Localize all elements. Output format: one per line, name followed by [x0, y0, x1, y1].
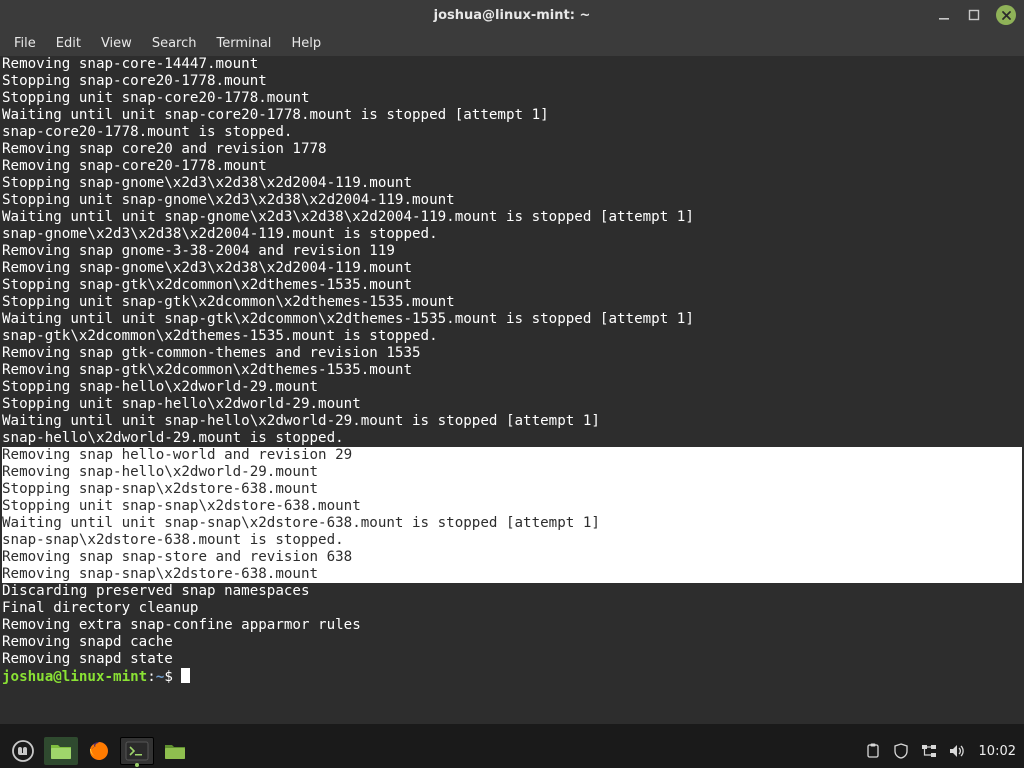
terminal-line: Stopping snap-gtk\x2dcommon\x2dthemes-15…: [2, 277, 1022, 294]
menu-file[interactable]: File: [4, 33, 46, 54]
terminal-line: Stopping snap-hello\x2dworld-29.mount: [2, 379, 1022, 396]
desktop-gap: [0, 724, 1024, 734]
mint-menu-button[interactable]: [6, 737, 40, 765]
terminal-line: snap-gnome\x2d3\x2d38\x2d2004-119.mount …: [2, 226, 1022, 243]
cursor-icon: [181, 668, 190, 683]
terminal-line: snap-hello\x2dworld-29.mount is stopped.: [2, 430, 1022, 447]
shield-icon[interactable]: [893, 743, 909, 759]
terminal-output[interactable]: Removing snap-core-14447.mountStopping s…: [0, 56, 1024, 724]
terminal-line: Removing snap-gnome\x2d3\x2d38\x2d2004-1…: [2, 260, 1022, 277]
menu-edit[interactable]: Edit: [46, 33, 91, 54]
menu-terminal[interactable]: Terminal: [206, 33, 281, 54]
terminal-line: Discarding preserved snap namespaces: [2, 583, 1022, 600]
terminal-line: Waiting until unit snap-hello\x2dworld-2…: [2, 413, 1022, 430]
maximize-button[interactable]: [966, 7, 982, 23]
terminal-line: Removing snap-core-14447.mount: [2, 56, 1022, 73]
prompt-symbol: $: [164, 669, 181, 685]
terminal-line: Stopping unit snap-snap\x2dstore-638.mou…: [2, 498, 1022, 515]
terminal-taskbar-item[interactable]: [120, 737, 154, 765]
terminal-line: Stopping unit snap-core20-1778.mount: [2, 90, 1022, 107]
menu-view[interactable]: View: [91, 33, 142, 54]
folder-launcher[interactable]: [158, 737, 192, 765]
panel: 10:02: [0, 734, 1024, 768]
prompt-user-host: joshua@linux-mint: [2, 669, 147, 685]
menubar: File Edit View Search Terminal Help: [0, 30, 1024, 56]
terminal-line: Removing snap gnome-3-38-2004 and revisi…: [2, 243, 1022, 260]
terminal-line: Removing snap gtk-common-themes and revi…: [2, 345, 1022, 362]
terminal-line: snap-gtk\x2dcommon\x2dthemes-1535.mount …: [2, 328, 1022, 345]
titlebar: joshua@linux-mint: ~: [0, 0, 1024, 30]
network-icon[interactable]: [921, 743, 937, 759]
terminal-line: Removing snap-snap\x2dstore-638.mount: [2, 566, 1022, 583]
terminal-line: Stopping unit snap-hello\x2dworld-29.mou…: [2, 396, 1022, 413]
firefox-launcher[interactable]: [82, 737, 116, 765]
terminal-line: Removing snap-gtk\x2dcommon\x2dthemes-15…: [2, 362, 1022, 379]
terminal-line: Final directory cleanup: [2, 600, 1022, 617]
running-indicator-icon: [135, 763, 139, 767]
terminal-line: Removing snap-core20-1778.mount: [2, 158, 1022, 175]
volume-icon[interactable]: [949, 743, 967, 759]
files-launcher[interactable]: [44, 737, 78, 765]
terminal-prompt[interactable]: joshua@linux-mint:~$: [2, 668, 1022, 686]
terminal-line: Removing snap core20 and revision 1778: [2, 141, 1022, 158]
terminal-line: Removing snap-hello\x2dworld-29.mount: [2, 464, 1022, 481]
terminal-line: Removing extra snap-confine apparmor rul…: [2, 617, 1022, 634]
terminal-line: Stopping snap-snap\x2dstore-638.mount: [2, 481, 1022, 498]
terminal-line: Removing snapd cache: [2, 634, 1022, 651]
terminal-line: Removing snap hello-world and revision 2…: [2, 447, 1022, 464]
terminal-line: Waiting until unit snap-gnome\x2d3\x2d38…: [2, 209, 1022, 226]
minimize-button[interactable]: [936, 7, 952, 23]
terminal-line: Waiting until unit snap-core20-1778.moun…: [2, 107, 1022, 124]
window-controls: [936, 5, 1016, 25]
terminal-line: Removing snap snap-store and revision 63…: [2, 549, 1022, 566]
terminal-line: Waiting until unit snap-gtk\x2dcommon\x2…: [2, 311, 1022, 328]
terminal-line: Stopping unit snap-gnome\x2d3\x2d38\x2d2…: [2, 192, 1022, 209]
close-button[interactable]: [996, 5, 1016, 25]
terminal-line: Stopping unit snap-gtk\x2dcommon\x2dthem…: [2, 294, 1022, 311]
clock[interactable]: 10:02: [979, 744, 1016, 759]
menu-search[interactable]: Search: [142, 33, 207, 54]
terminal-line: snap-core20-1778.mount is stopped.: [2, 124, 1022, 141]
terminal-line: Stopping snap-core20-1778.mount: [2, 73, 1022, 90]
clipboard-icon[interactable]: [865, 743, 881, 759]
terminal-line: Removing snapd state: [2, 651, 1022, 668]
system-tray: 10:02: [865, 743, 1018, 759]
terminal-line: Stopping snap-gnome\x2d3\x2d38\x2d2004-1…: [2, 175, 1022, 192]
terminal-line: snap-snap\x2dstore-638.mount is stopped.: [2, 532, 1022, 549]
menu-help[interactable]: Help: [281, 33, 331, 54]
window-title: joshua@linux-mint: ~: [0, 8, 1024, 23]
terminal-line: Waiting until unit snap-snap\x2dstore-63…: [2, 515, 1022, 532]
